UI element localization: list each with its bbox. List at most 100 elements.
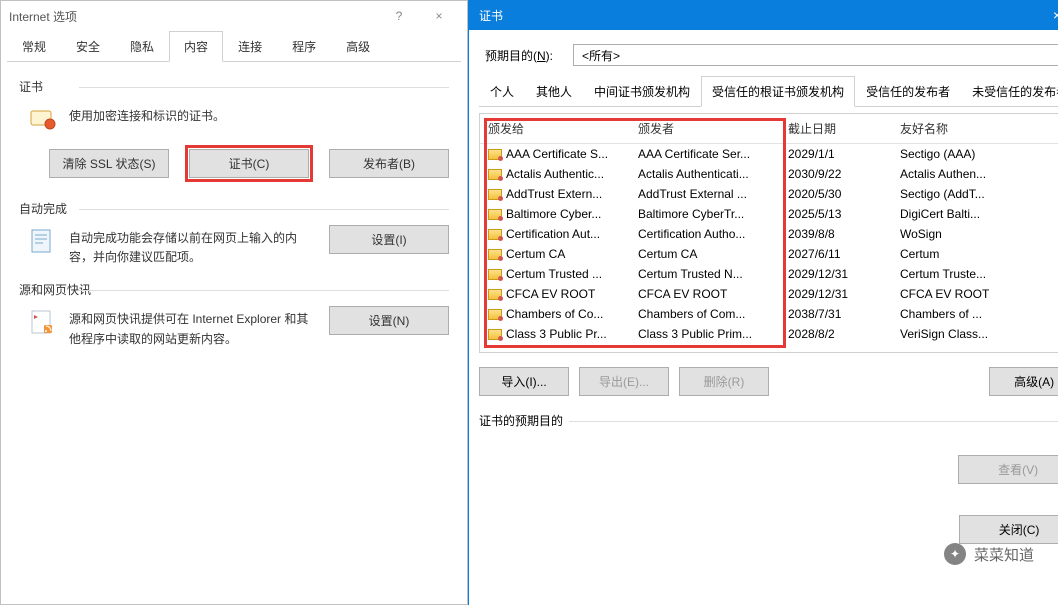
cell-friendly-name: Chambers of ... xyxy=(892,306,1058,322)
cell-issued-by: AddTrust External ... xyxy=(630,186,780,202)
table-row[interactable]: Certum Trusted ...Certum Trusted N...202… xyxy=(480,264,1058,284)
cert-store-tabs: 个人 其他人 中间证书颁发机构 受信任的根证书颁发机构 受信任的发布者 未受信任… xyxy=(479,76,1058,107)
table-row[interactable]: Certum CACertum CA2027/6/11Certum xyxy=(480,244,1058,264)
tab-security[interactable]: 安全 xyxy=(61,31,115,62)
certificate-icon xyxy=(488,149,502,160)
autocomplete-icon xyxy=(27,225,59,257)
cell-issued-to: Class 3 Public Pr... xyxy=(480,326,630,342)
certificates-dialog: 证书 × 预期目的(N): <所有> ▾ 个人 其他人 中间证书颁发机构 受信任… xyxy=(468,0,1058,605)
cell-issued-to: Baltimore Cyber... xyxy=(480,206,630,222)
certificate-icon xyxy=(488,309,502,320)
tab-intermediate-ca[interactable]: 中间证书颁发机构 xyxy=(583,76,701,107)
certificate-icon xyxy=(488,229,502,240)
tab-trusted-root-ca[interactable]: 受信任的根证书颁发机构 xyxy=(701,76,855,107)
cell-friendly-name: Actalis Authen... xyxy=(892,166,1058,182)
autocomplete-description: 自动完成功能会存储以前在网页上输入的内容，并向你建议匹配项。 xyxy=(69,225,319,267)
table-header: 颁发给 颁发者 截止日期 友好名称 xyxy=(480,114,1058,144)
delete-button[interactable]: 删除(R) xyxy=(679,367,769,396)
cell-issued-by: Baltimore CyberTr... xyxy=(630,206,780,222)
export-button[interactable]: 导出(E)... xyxy=(579,367,669,396)
view-button[interactable]: 查看(V) xyxy=(958,455,1058,484)
tab-privacy[interactable]: 隐私 xyxy=(115,31,169,62)
cell-issued-by: Actalis Authenticati... xyxy=(630,166,780,182)
intended-purpose-select[interactable]: <所有> ▾ xyxy=(573,44,1058,66)
table-row[interactable]: Class 3 Public Pr...Class 3 Public Prim.… xyxy=(480,324,1058,344)
table-row[interactable]: Baltimore Cyber...Baltimore CyberTr...20… xyxy=(480,204,1058,224)
help-button[interactable]: ? xyxy=(379,9,419,23)
cell-issued-to: Certification Aut... xyxy=(480,226,630,242)
cell-expires: 2020/5/30 xyxy=(780,186,892,202)
cell-issued-to: Actalis Authentic... xyxy=(480,166,630,182)
close-button[interactable]: × xyxy=(1035,7,1058,23)
tab-untrusted-publishers[interactable]: 未受信任的发布者 xyxy=(961,76,1058,107)
tab-programs[interactable]: 程序 xyxy=(277,31,331,62)
clear-ssl-button[interactable]: 清除 SSL 状态(S) xyxy=(49,149,169,178)
certificate-icon xyxy=(488,209,502,220)
cell-issued-by: Chambers of Com... xyxy=(630,306,780,322)
publishers-button[interactable]: 发布者(B) xyxy=(329,149,449,178)
certificates-button[interactable]: 证书(C) xyxy=(189,149,309,178)
intended-purpose-label: 预期目的(N): xyxy=(485,47,553,64)
watermark-text: 菜菜知道 xyxy=(974,544,1034,565)
col-issued-by[interactable]: 颁发者 xyxy=(630,114,780,143)
cell-issued-by: Certification Autho... xyxy=(630,226,780,242)
cell-expires: 2027/6/11 xyxy=(780,246,892,262)
table-body: AAA Certificate S...AAA Certificate Ser.… xyxy=(480,144,1058,344)
cell-friendly-name: Certum xyxy=(892,246,1058,262)
feeds-description: 源和网页快讯提供可在 Internet Explorer 和其他程序中读取的网站… xyxy=(69,306,319,348)
window-title: Internet 选项 xyxy=(9,8,379,25)
action-buttons: 导入(I)... 导出(E)... 删除(R) 高级(A) xyxy=(479,367,1058,396)
cell-friendly-name: VeriSign Class... xyxy=(892,326,1058,342)
cell-friendly-name: WoSign xyxy=(892,226,1058,242)
table-row[interactable]: Chambers of Co...Chambers of Com...2038/… xyxy=(480,304,1058,324)
import-button[interactable]: 导入(I)... xyxy=(479,367,569,396)
feeds-settings-button[interactable]: 设置(N) xyxy=(329,306,449,335)
cell-friendly-name: Sectigo (AddT... xyxy=(892,186,1058,202)
window-title: 证书 xyxy=(479,7,1035,24)
cell-issued-by: Certum CA xyxy=(630,246,780,262)
cell-friendly-name: Certum Truste... xyxy=(892,266,1058,282)
cell-issued-by: Certum Trusted N... xyxy=(630,266,780,282)
tab-advanced[interactable]: 高级 xyxy=(331,31,385,62)
col-friendly-name[interactable]: 友好名称 xyxy=(892,114,1058,143)
titlebar: Internet 选项 ? × xyxy=(1,1,467,31)
wechat-icon: ✦ xyxy=(944,543,966,565)
cell-expires: 2030/9/22 xyxy=(780,166,892,182)
close-button[interactable]: × xyxy=(419,9,459,23)
internet-options-dialog: Internet 选项 ? × 常规 安全 隐私 内容 连接 程序 高级 证书 … xyxy=(0,0,468,605)
table-row[interactable]: AAA Certificate S...AAA Certificate Ser.… xyxy=(480,144,1058,164)
col-expires[interactable]: 截止日期 xyxy=(780,114,892,143)
cell-expires: 2029/1/1 xyxy=(780,146,892,162)
certificates-table: 颁发给 颁发者 截止日期 友好名称 AAA Certificate S...AA… xyxy=(479,113,1058,353)
cell-issued-by: Class 3 Public Prim... xyxy=(630,326,780,342)
certificate-icon xyxy=(488,189,502,200)
cell-issued-to: AddTrust Extern... xyxy=(480,186,630,202)
cell-friendly-name: DigiCert Balti... xyxy=(892,206,1058,222)
advanced-button[interactable]: 高级(A) xyxy=(989,367,1058,396)
cell-expires: 2029/12/31 xyxy=(780,266,892,282)
tab-content[interactable]: 内容 xyxy=(169,31,223,62)
cell-issued-to: AAA Certificate S... xyxy=(480,146,630,162)
autocomplete-settings-button[interactable]: 设置(I) xyxy=(329,225,449,254)
cell-friendly-name: CFCA EV ROOT xyxy=(892,286,1058,302)
tab-personal[interactable]: 个人 xyxy=(479,76,525,107)
cell-issued-by: CFCA EV ROOT xyxy=(630,286,780,302)
cell-issued-by: AAA Certificate Ser... xyxy=(630,146,780,162)
titlebar: 证书 × xyxy=(469,0,1058,30)
table-row[interactable]: Certification Aut...Certification Autho.… xyxy=(480,224,1058,244)
tab-connections[interactable]: 连接 xyxy=(223,31,277,62)
watermark: ✦ 菜菜知道 xyxy=(944,543,1034,565)
cell-issued-to: Certum CA xyxy=(480,246,630,262)
tab-trusted-publishers[interactable]: 受信任的发布者 xyxy=(855,76,961,107)
col-issued-to[interactable]: 颁发给 xyxy=(480,114,630,143)
table-row[interactable]: CFCA EV ROOTCFCA EV ROOT2029/12/31CFCA E… xyxy=(480,284,1058,304)
close-dialog-button[interactable]: 关闭(C) xyxy=(959,515,1058,544)
tabs: 常规 安全 隐私 内容 连接 程序 高级 xyxy=(7,31,461,62)
tab-other-people[interactable]: 其他人 xyxy=(525,76,583,107)
table-row[interactable]: Actalis Authentic...Actalis Authenticati… xyxy=(480,164,1058,184)
tab-general[interactable]: 常规 xyxy=(7,31,61,62)
certificate-icon xyxy=(488,169,502,180)
certificate-icon xyxy=(488,289,502,300)
table-row[interactable]: AddTrust Extern...AddTrust External ...2… xyxy=(480,184,1058,204)
cell-friendly-name: Sectigo (AAA) xyxy=(892,146,1058,162)
